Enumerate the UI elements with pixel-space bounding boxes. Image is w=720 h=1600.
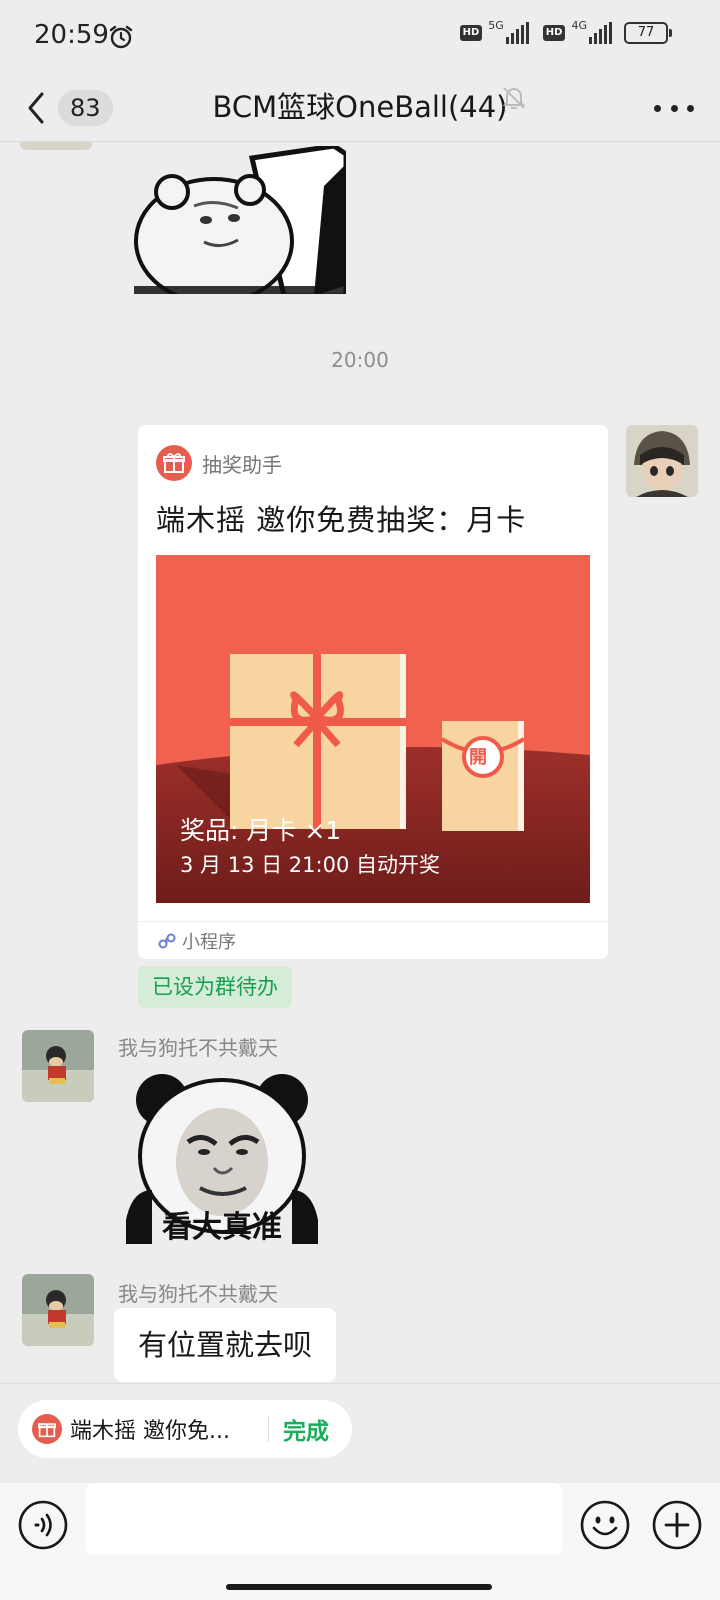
card-header: 抽奖助手 <box>156 445 282 481</box>
todo-pill[interactable]: 端木摇 邀你免... 完成 <box>18 1400 352 1458</box>
chat-nav-bar: BCM篮球OneBall(44) 83 <box>0 76 720 142</box>
more-options-button[interactable] <box>654 92 694 124</box>
voice-input-icon[interactable] <box>18 1500 68 1550</box>
back-chevron-icon <box>28 92 44 124</box>
status-time: 20:59 <box>34 20 109 50</box>
signal-5g-icon <box>505 22 529 44</box>
lottery-mini-program-card[interactable]: 抽奖助手 端木摇 邀你免费抽奖：月卡 開 奖品: 月卡 ×1 3 月 13 日 … <box>138 425 608 959</box>
message-input[interactable] <box>86 1483 562 1555</box>
sender-name: 我与狗托不共戴天 <box>118 1036 278 1060</box>
mini-program-label: 小程序 <box>182 931 236 953</box>
sender-name-2: 我与狗托不共戴天 <box>118 1282 278 1306</box>
chat-input-bar <box>0 1483 720 1600</box>
network-4g-label: 4G <box>571 18 587 32</box>
unread-count-badge: 83 <box>58 90 113 126</box>
back-button[interactable]: 83 <box>22 82 132 134</box>
gift-icon <box>156 445 192 481</box>
prize-text: 奖品: 月卡 ×1 <box>180 816 342 845</box>
todo-done-button[interactable]: 完成 <box>283 1412 329 1446</box>
sticker-caption: 看大真准 <box>162 1210 282 1245</box>
gift-icon-small <box>32 1414 62 1444</box>
time-divider: 20:00 <box>331 348 389 372</box>
battery-icon: 77 <box>624 22 672 44</box>
open-seal-label: 開 <box>469 747 487 768</box>
hd-badge-2: HD <box>542 25 566 41</box>
hd-badge: HD <box>459 25 483 41</box>
group-todo-bar: 端木摇 邀你免... 完成 <box>0 1383 720 1483</box>
my-avatar[interactable] <box>626 425 698 497</box>
network-5g-label: 5G <box>488 18 504 32</box>
plus-icon[interactable] <box>652 1500 702 1550</box>
status-indicators: HD 5G HD 4G 77 <box>459 18 672 44</box>
card-source-label: 抽奖助手 <box>202 452 282 477</box>
alarm-icon <box>109 25 133 49</box>
todo-separator <box>268 1416 269 1442</box>
signal-4g-icon <box>589 22 612 44</box>
meme-sticker-image[interactable] <box>134 146 346 298</box>
draw-time-text: 3 月 13 日 21:00 自动开奖 <box>180 853 440 877</box>
chat-title-text: BCM篮球OneBall(44) <box>212 90 508 124</box>
sender-avatar-2[interactable] <box>22 1274 94 1346</box>
status-bar: 20:59 HD 5G HD 4G 77 <box>0 0 720 76</box>
group-todo-tag[interactable]: 已设为群待办 <box>138 966 292 1008</box>
mini-program-icon <box>158 933 176 948</box>
card-footer: 小程序 <box>138 921 608 959</box>
emoji-icon[interactable] <box>580 1500 630 1550</box>
card-title: 端木摇 邀你免费抽奖：月卡 <box>156 503 527 537</box>
avatar-partial[interactable] <box>20 142 92 150</box>
mute-bell-icon <box>502 87 526 109</box>
home-indicator[interactable] <box>226 1584 492 1590</box>
text-message-bubble[interactable]: 有位置就去呗 <box>114 1308 337 1382</box>
todo-text: 端木摇 邀你免... <box>70 1419 230 1444</box>
sender-avatar[interactable] <box>22 1030 94 1102</box>
